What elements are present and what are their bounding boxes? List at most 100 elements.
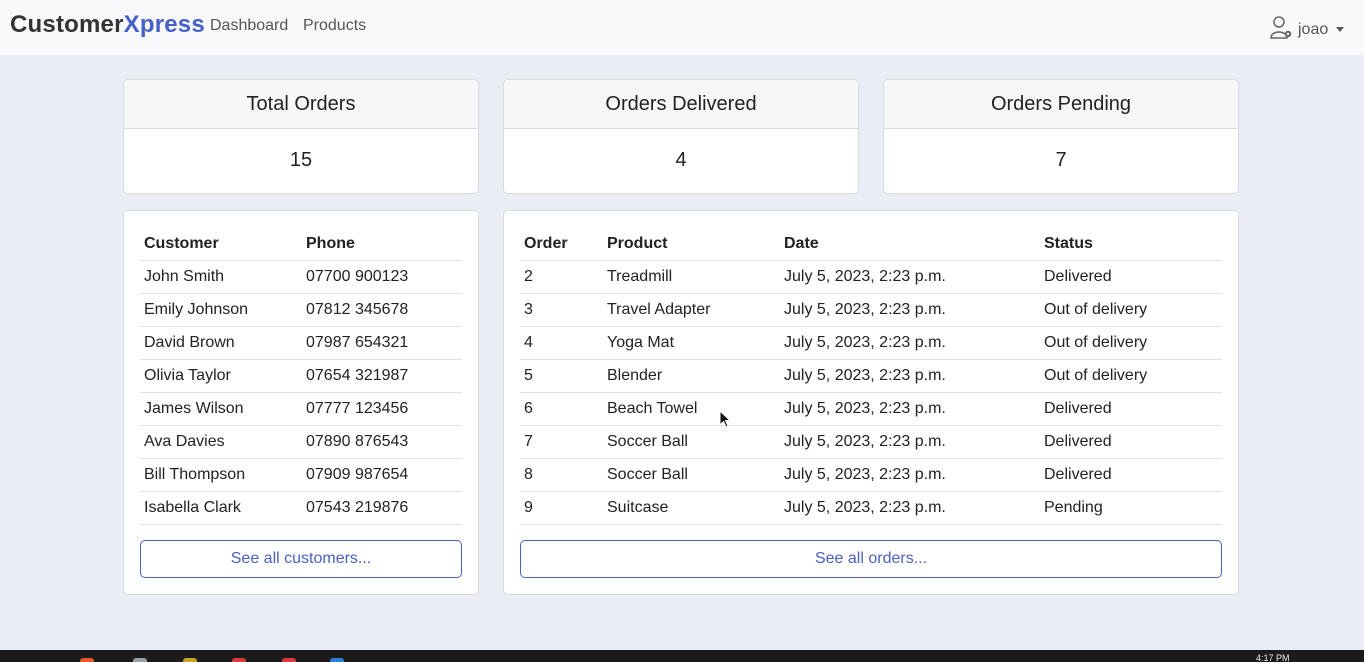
column-header-product: Product	[603, 227, 780, 261]
table-cell: Delivered	[1040, 458, 1222, 492]
chevron-down-icon	[1336, 27, 1345, 32]
table-row: 7 Soccer Ball July 5, 2023, 2:23 p.m. Deliv…	[520, 425, 1222, 459]
table-cell: Out of delivery	[1040, 359, 1222, 393]
table-cell: July 5, 2023, 2:23 p.m.	[780, 491, 1040, 525]
table-cell: July 5, 2023, 2:23 p.m.	[780, 293, 1040, 327]
table-row: 2 Treadmill July 5, 2023, 2:23 p.m. Deliver…	[520, 260, 1222, 294]
brand-name-part1: Customer	[10, 11, 124, 38]
table-cell: 5	[520, 359, 603, 393]
taskbar-app-icon[interactable]	[80, 658, 94, 662]
column-header-phone: Phone	[302, 227, 462, 261]
table-row: 9 Suitcase July 5, 2023, 2:23 p.m. Pending	[520, 491, 1222, 525]
table-cell: 2	[520, 260, 603, 294]
table-cell: 07543 219876	[302, 491, 462, 525]
table-row: Emily Johnson 07812 345678	[140, 293, 462, 327]
table-row: 6 Beach Towel July 5, 2023, 2:23 p.m. Deliv…	[520, 392, 1222, 426]
table-cell: Olivia Taylor	[140, 359, 302, 393]
table-cell: 07909 987654	[302, 458, 462, 492]
table-row: 8 Soccer Ball July 5, 2023, 2:23 p.m. Deliv…	[520, 458, 1222, 492]
brand-name-part2: Xpress	[123, 11, 205, 38]
table-cell: July 5, 2023, 2:23 p.m.	[780, 260, 1040, 294]
taskbar-app-icon[interactable]	[133, 658, 147, 662]
mouse-cursor-icon	[719, 409, 732, 435]
table-cell: Pending	[1040, 491, 1222, 525]
stat-title: Orders Delivered	[504, 80, 858, 129]
table-cell: Blender	[603, 359, 780, 393]
column-header-customer: Customer	[140, 227, 302, 261]
nav-link-dashboard[interactable]: Dashboard	[210, 17, 288, 35]
table-cell: Delivered	[1040, 392, 1222, 426]
stat-title: Orders Pending	[884, 80, 1238, 129]
os-taskbar: 4:17 PM	[0, 650, 1364, 662]
table-cell: 07777 123456	[302, 392, 462, 426]
table-cell: July 5, 2023, 2:23 p.m.	[780, 326, 1040, 360]
table-cell: Ava Davies	[140, 425, 302, 459]
column-header-order: Order	[520, 227, 603, 261]
customers-table: Customer Phone John Smith 07700 900123 Emi…	[140, 227, 462, 525]
table-cell: July 5, 2023, 2:23 p.m.	[780, 458, 1040, 492]
brand-logo[interactable]: CustomerXpress	[10, 11, 205, 39]
table-cell: Out of delivery	[1040, 293, 1222, 327]
see-all-customers-button[interactable]: See all customers...	[140, 540, 462, 578]
table-cell: 07700 900123	[302, 260, 462, 294]
top-navbar: CustomerXpress Dashboard Products joao	[0, 0, 1364, 55]
customers-card: Customer Phone John Smith 07700 900123 Emi…	[123, 210, 479, 595]
stat-card-total-orders: Total Orders 15	[123, 79, 479, 194]
see-all-orders-button[interactable]: See all orders...	[520, 540, 1222, 578]
stat-card-orders-delivered: Orders Delivered 4	[503, 79, 859, 194]
table-cell: Travel Adapter	[603, 293, 780, 327]
table-header-row: Order Product Date Status	[520, 227, 1222, 261]
taskbar-app-icon[interactable]	[183, 658, 197, 662]
stat-card-orders-pending: Orders Pending 7	[883, 79, 1239, 194]
column-header-date: Date	[780, 227, 1040, 261]
taskbar-clock: 4:17 PM	[1256, 653, 1290, 662]
table-cell: 07987 654321	[302, 326, 462, 360]
stat-value: 7	[1055, 149, 1067, 171]
table-cell: July 5, 2023, 2:23 p.m.	[780, 425, 1040, 459]
user-name: joao	[1298, 20, 1329, 38]
table-row: James Wilson 07777 123456	[140, 392, 462, 426]
table-cell: Emily Johnson	[140, 293, 302, 327]
table-cell: 3	[520, 293, 603, 327]
taskbar-app-icon[interactable]	[330, 658, 344, 662]
column-header-status: Status	[1040, 227, 1222, 261]
table-cell: Suitcase	[603, 491, 780, 525]
table-cell: Bill Thompson	[140, 458, 302, 492]
table-header-row: Customer Phone	[140, 227, 462, 261]
table-cell: July 5, 2023, 2:23 p.m.	[780, 392, 1040, 426]
table-cell: Soccer Ball	[603, 425, 780, 459]
table-row: Bill Thompson 07909 987654	[140, 458, 462, 492]
table-cell: David Brown	[140, 326, 302, 360]
table-cell: Delivered	[1040, 425, 1222, 459]
user-gear-icon	[1270, 14, 1294, 45]
nav-link-products[interactable]: Products	[303, 17, 366, 35]
table-cell: James Wilson	[140, 392, 302, 426]
table-row: 3 Travel Adapter July 5, 2023, 2:23 p.m. Ou…	[520, 293, 1222, 327]
table-cell: 9	[520, 491, 603, 525]
taskbar-app-icon[interactable]	[232, 658, 246, 662]
taskbar-app-icon[interactable]	[282, 658, 296, 662]
table-cell: Treadmill	[603, 260, 780, 294]
table-cell: 07654 321987	[302, 359, 462, 393]
table-cell: 6	[520, 392, 603, 426]
table-row: John Smith 07700 900123	[140, 260, 462, 294]
table-row: Ava Davies 07890 876543	[140, 425, 462, 459]
table-cell: Yoga Mat	[603, 326, 780, 360]
orders-card: Order Product Date Status 2 Treadmill July…	[503, 210, 1239, 595]
user-menu[interactable]: joao	[1270, 14, 1345, 45]
table-row: Olivia Taylor 07654 321987	[140, 359, 462, 393]
table-row: 5 Blender July 5, 2023, 2:23 p.m. Out of de…	[520, 359, 1222, 393]
table-cell: Out of delivery	[1040, 326, 1222, 360]
table-cell: John Smith	[140, 260, 302, 294]
table-cell: 07890 876543	[302, 425, 462, 459]
table-cell: 4	[520, 326, 603, 360]
table-cell: Soccer Ball	[603, 458, 780, 492]
table-cell: Beach Towel	[603, 392, 780, 426]
table-row: David Brown 07987 654321	[140, 326, 462, 360]
table-cell: 8	[520, 458, 603, 492]
table-row: 4 Yoga Mat July 5, 2023, 2:23 p.m. Out of d…	[520, 326, 1222, 360]
stat-value: 15	[289, 149, 313, 171]
table-cell: Delivered	[1040, 260, 1222, 294]
table-cell: Isabella Clark	[140, 491, 302, 525]
table-cell: 7	[520, 425, 603, 459]
